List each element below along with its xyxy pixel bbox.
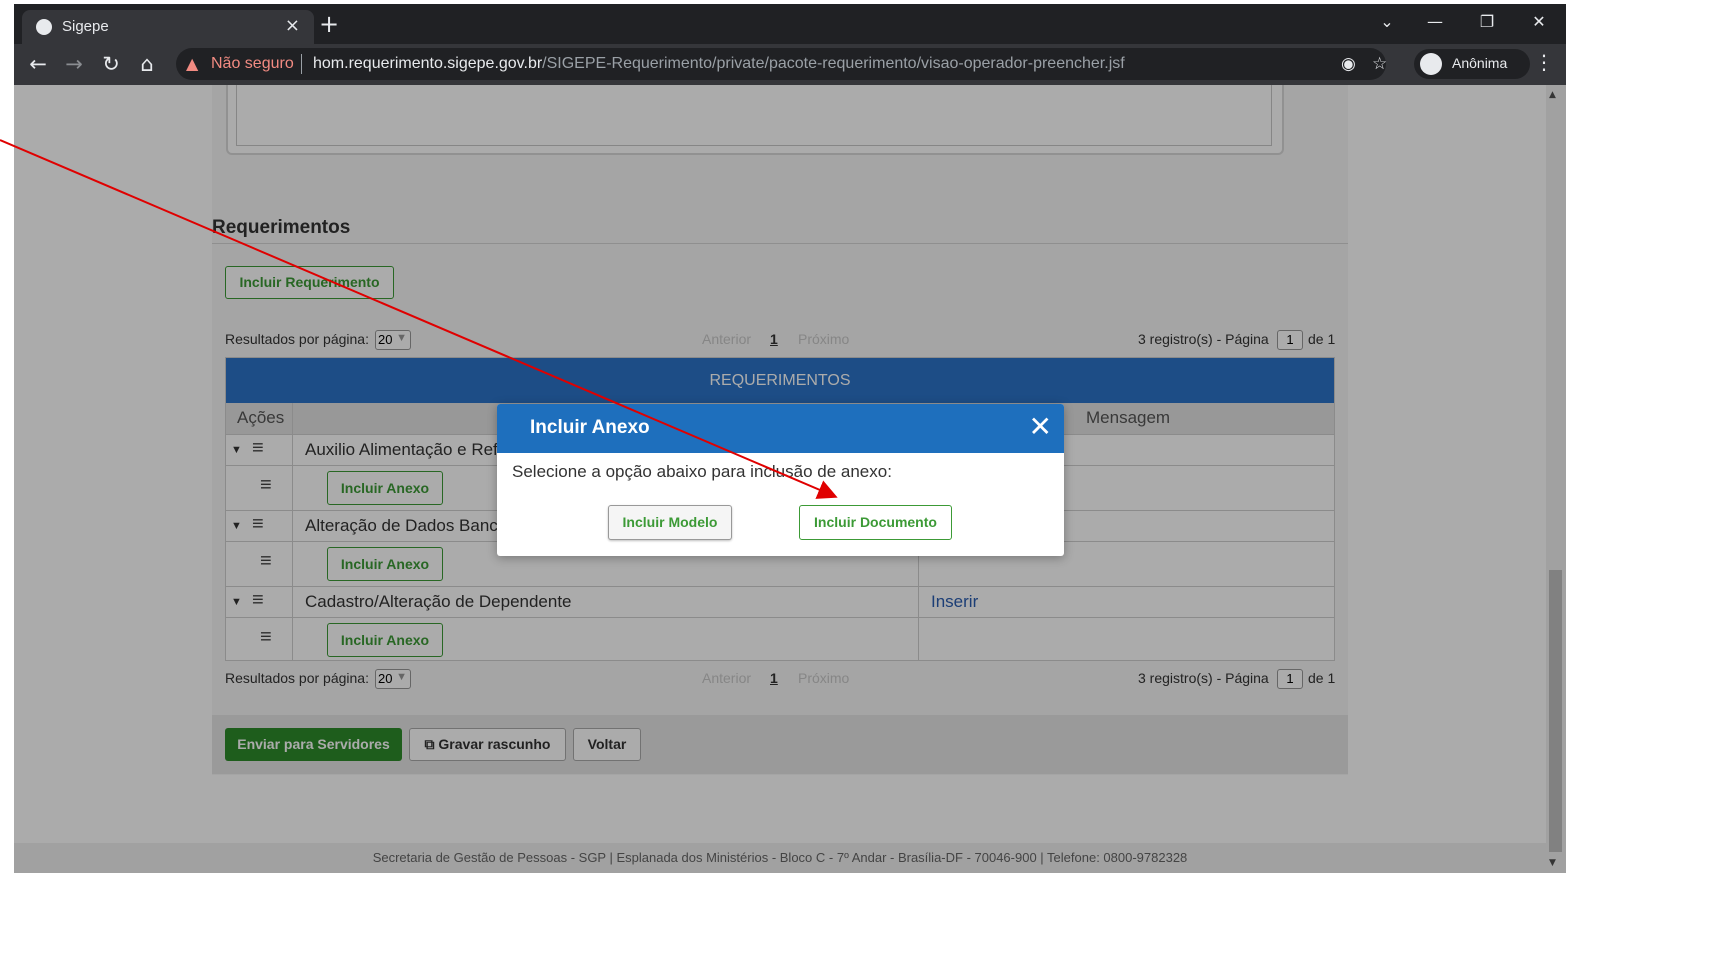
annotation-arrow <box>0 139 838 499</box>
